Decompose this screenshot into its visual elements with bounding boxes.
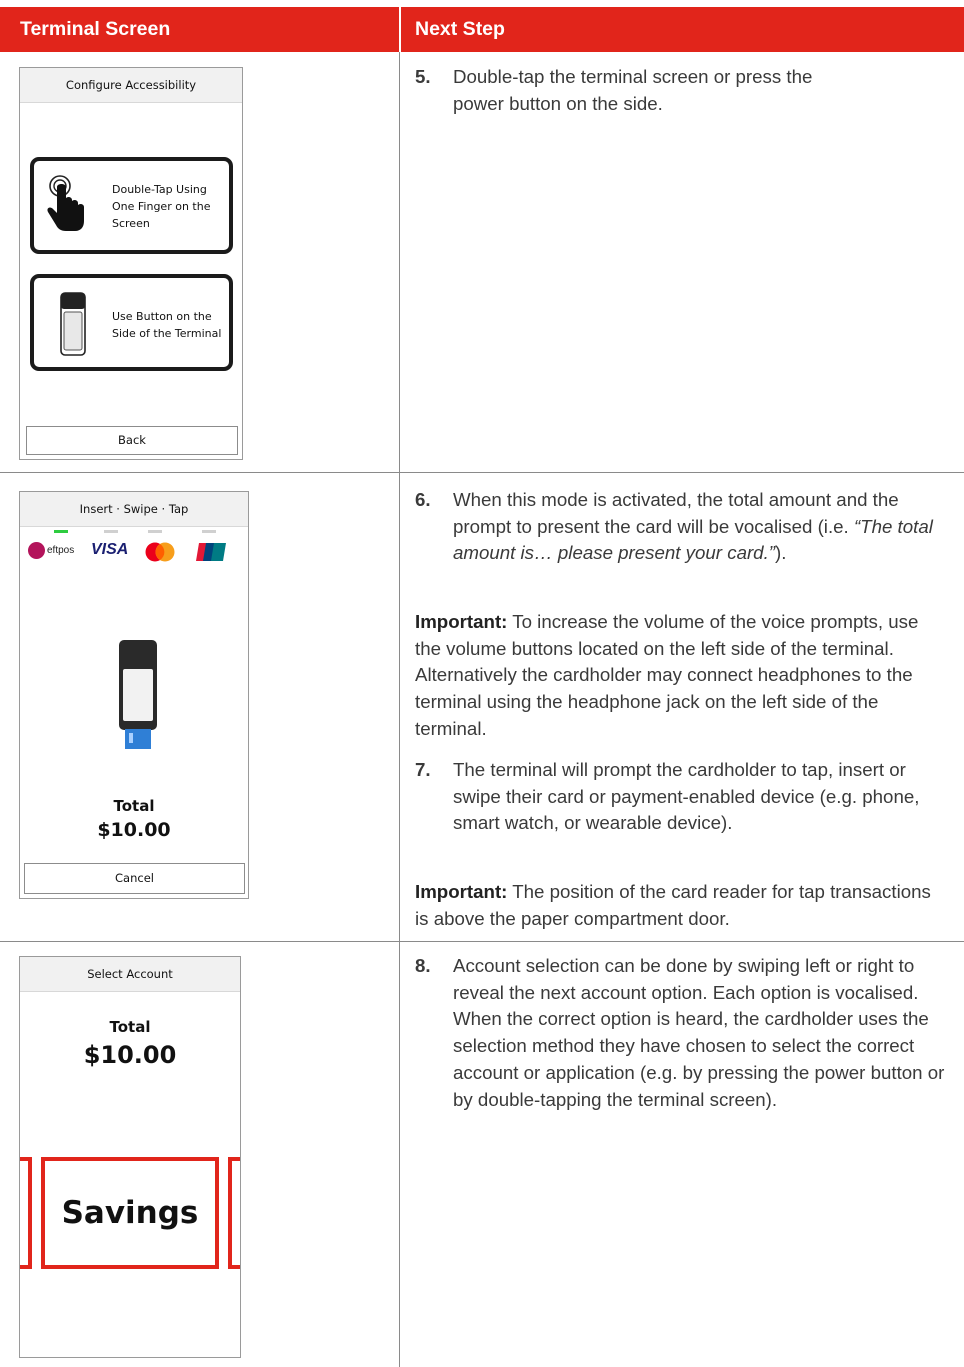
- savings-account-label: Savings: [61, 1195, 199, 1231]
- header-terminal-screen: Terminal Screen: [20, 18, 171, 40]
- row-divider-2: [0, 941, 964, 942]
- tap-hand-icon: [47, 175, 84, 231]
- header-next-step: Next Step: [415, 18, 505, 40]
- side-button-option[interactable]: Use Button on the Side of the Terminal: [30, 274, 233, 371]
- table-header: Terminal Screen Next Step: [0, 7, 964, 52]
- step-5-text: Double-tap the terminal screen or press …: [453, 66, 813, 114]
- step-6-text: When this mode is activated, the total a…: [453, 487, 940, 567]
- step-7: 7. The terminal will prompt the cardhold…: [415, 757, 927, 837]
- eftpos-logo-text: eftpos: [47, 545, 75, 556]
- eftpos-logo: eftpos: [28, 541, 88, 561]
- important-1-label: Important:: [415, 611, 508, 632]
- back-button[interactable]: Back: [26, 426, 238, 455]
- total-label: Total: [109, 1018, 151, 1036]
- row-divider-1: [0, 472, 964, 473]
- indicator-grey-2: [148, 530, 162, 533]
- terminal-side-button-icon: [60, 292, 86, 356]
- savings-account-option[interactable]: Savings: [41, 1157, 219, 1269]
- step-6-number: 6.: [415, 489, 431, 510]
- double-tap-option[interactable]: Double-Tap Using One Finger on the Scree…: [30, 157, 233, 254]
- header-divider: [399, 7, 401, 52]
- select-account-screen: Select Account Total $10.00 Savings: [19, 956, 241, 1358]
- step-6: 6. When this mode is activated, the tota…: [415, 487, 940, 567]
- important-note-1: Important: To increase the volume of the…: [415, 609, 943, 743]
- indicator-grey-1: [104, 530, 118, 533]
- step-5: 5. Double-tap the terminal screen or pre…: [415, 64, 865, 117]
- total-amount: $10.00: [83, 1041, 177, 1069]
- step-8-number: 8.: [415, 955, 431, 976]
- step-6-text-b: ).: [775, 542, 787, 564]
- step-6-text-a: When this mode is activated, the total a…: [453, 489, 899, 537]
- step-7-number: 7.: [415, 759, 431, 780]
- screen-title: Configure Accessibility: [20, 68, 242, 103]
- total-amount: $10.00: [97, 819, 171, 841]
- terminal-card-icon: [119, 640, 157, 749]
- visa-logo: VISA: [91, 541, 129, 558]
- indicator-green: [54, 530, 68, 533]
- eftpos-icon: [28, 542, 45, 559]
- cancel-button[interactable]: Cancel: [24, 863, 245, 894]
- unionpay-logo: [196, 543, 226, 561]
- total-label: Total: [113, 797, 155, 815]
- step-8-text: Account selection can be done by swiping…: [453, 955, 945, 1110]
- column-divider: [399, 52, 400, 1367]
- prev-account-edge[interactable]: [20, 1157, 32, 1269]
- screen-title: Select Account: [20, 957, 240, 992]
- important-note-2: Important: The position of the card read…: [415, 879, 943, 932]
- double-tap-option-label: Double-Tap Using One Finger on the Scree…: [112, 183, 211, 230]
- step-5-number: 5.: [415, 66, 431, 87]
- screen-title: Insert · Swipe · Tap: [20, 492, 248, 527]
- important-2-label: Important:: [415, 881, 508, 902]
- mastercard-logo: [145, 542, 175, 562]
- indicator-grey-3: [202, 530, 216, 533]
- insert-swipe-tap-screen: Insert · Swipe · Tap eftpos VISA Total $…: [19, 491, 249, 899]
- side-button-option-label: Use Button on the Side of the Terminal: [112, 310, 222, 340]
- next-account-edge[interactable]: [228, 1157, 240, 1269]
- step-7-text: The terminal will prompt the cardholder …: [453, 759, 920, 834]
- step-8: 8. Account selection can be done by swip…: [415, 953, 960, 1113]
- configure-accessibility-screen: Configure Accessibility Double-Tap Using…: [19, 67, 243, 460]
